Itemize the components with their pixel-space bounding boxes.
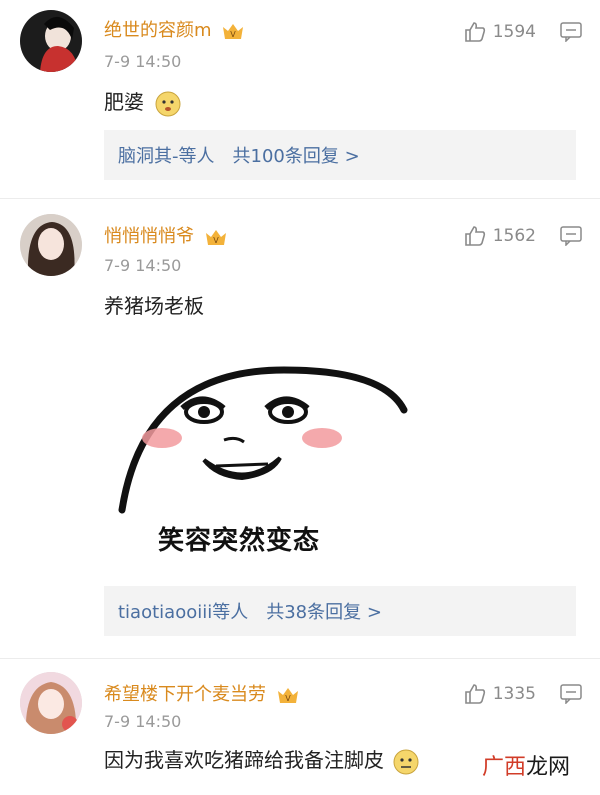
username[interactable]: 希望楼下开个麦当劳 V	[104, 680, 300, 706]
replies-summary[interactable]: 脑洞其-等人 共100条回复 >	[104, 130, 576, 180]
watermark-part1: 广西	[481, 755, 526, 780]
username[interactable]: 悄悄悄悄爷 V	[104, 222, 228, 248]
emoji-icon	[393, 749, 419, 774]
svg-text:V: V	[231, 30, 237, 39]
vip-badge-icon: V	[277, 688, 298, 703]
svg-text:V: V	[213, 236, 219, 245]
watermark-part2: 龙网	[525, 755, 570, 780]
vip-badge-icon: V	[223, 24, 244, 39]
avatar[interactable]	[20, 214, 82, 276]
reply-icon[interactable]	[560, 684, 582, 704]
comment-time: 7-9 14:50	[104, 712, 182, 731]
like-button[interactable]: 1335	[463, 682, 536, 706]
reply-icon[interactable]	[560, 22, 582, 42]
replies-count: 共38条回复 >	[266, 602, 382, 623]
replies-users: tiaotiaooiii等人	[118, 602, 249, 623]
replies-users: 脑洞其-等人	[118, 146, 215, 167]
like-count: 1335	[492, 684, 536, 704]
comment-time: 7-9 14:50	[104, 52, 182, 71]
like-count: 1562	[492, 226, 536, 246]
avatar[interactable]	[20, 10, 82, 72]
avatar[interactable]	[20, 672, 82, 734]
comment-time: 7-9 14:50	[104, 256, 182, 275]
like-button[interactable]: 1594	[463, 20, 536, 44]
thumbs-up-icon	[464, 684, 485, 704]
vip-badge-icon: V	[205, 230, 226, 245]
like-count: 1594	[492, 22, 536, 42]
like-button[interactable]: 1562	[463, 224, 536, 248]
replies-summary[interactable]: tiaotiaooiii等人 共38条回复 >	[104, 586, 576, 636]
username[interactable]: 绝世的容颜m V	[104, 16, 245, 42]
divider	[0, 658, 600, 659]
reply-icon[interactable]	[560, 226, 582, 246]
comment-text: 肥婆	[104, 86, 182, 118]
watermark: 广西龙网	[482, 749, 570, 781]
replies-count: 共100条回复 >	[232, 146, 360, 167]
thumbs-up-icon	[464, 226, 485, 246]
divider	[0, 198, 600, 199]
meme-caption: 笑容突然变态	[158, 526, 321, 556]
emoji-icon	[155, 91, 181, 116]
comment-item: 悄悄悄悄爷 V 7-9 14:50 养猪场老板 1562 笑容突然变态 tiao…	[0, 200, 600, 660]
comment-text: 因为我喜欢吃猪蹄给我备注脚皮	[104, 744, 420, 776]
thumbs-up-icon	[464, 22, 485, 42]
comment-item: 绝世的容颜m V 7-9 14:50 肥婆 1594 脑洞其-等人 共100条回…	[0, 0, 600, 200]
meme-image[interactable]	[104, 350, 444, 600]
comment-text: 养猪场老板	[104, 294, 204, 318]
svg-text:V: V	[285, 694, 291, 703]
